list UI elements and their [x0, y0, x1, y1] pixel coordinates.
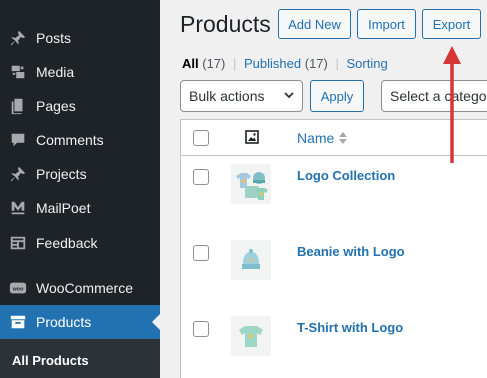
sidebar-item-media[interactable]: Media [0, 55, 160, 89]
sidebar-item-feedback[interactable]: Feedback [0, 226, 160, 260]
product-thumbnail[interactable] [231, 316, 271, 356]
category-select-value: Select a category [390, 88, 487, 104]
category-select[interactable]: Select a category [381, 80, 487, 112]
table-row: Beanie with Logo [181, 233, 487, 309]
chevron-down-icon [284, 92, 294, 99]
product-thumbnail[interactable] [231, 240, 271, 280]
product-name-link[interactable]: Beanie with Logo [297, 244, 405, 259]
woo-icon: woo [8, 278, 28, 298]
name-column-header[interactable]: Name [297, 130, 334, 146]
sidebar-item-label: Feedback [36, 235, 98, 251]
pin-icon [8, 164, 28, 184]
products-table: Name Logo Collection Beanie with Logo T-… [180, 119, 487, 378]
sidebar-item-posts[interactable]: Posts [0, 21, 160, 55]
pin-icon [8, 28, 28, 48]
sidebar-item-label: WooCommerce [36, 280, 133, 296]
sidebar-item-projects[interactable]: Projects [0, 157, 160, 191]
filter-published[interactable]: Published [244, 56, 301, 71]
product-name-link[interactable]: Logo Collection [297, 168, 395, 183]
add-new-button[interactable]: Add New [278, 9, 351, 39]
filter-sorting[interactable]: Sorting [347, 56, 388, 71]
sidebar-item-label: Comments [36, 132, 104, 148]
select-all-checkbox[interactable] [193, 130, 209, 146]
filter-published-count: (17) [304, 56, 328, 71]
bulk-actions-value: Bulk actions [189, 88, 265, 104]
sidebar-item-label: Posts [36, 30, 72, 46]
sidebar-item-label: Pages [36, 98, 76, 114]
admin-sidebar: Posts Media Pages Comments Projects Mail… [0, 0, 160, 378]
sidebar-item-pages[interactable]: Pages [0, 89, 160, 123]
sidebar-item-mailpoet[interactable]: MailPoet [0, 191, 160, 225]
main-content: Products Add New Import Export All (17) … [160, 0, 487, 378]
sidebar-item-label: Media [36, 64, 75, 80]
filter-separator: | [233, 56, 237, 71]
feedback-icon [8, 233, 28, 253]
page-title: Products [180, 11, 271, 37]
filter-all-count: (17) [202, 56, 226, 71]
media-icon [8, 62, 28, 82]
product-thumbnail[interactable] [231, 164, 271, 204]
svg-text:woo: woo [12, 286, 24, 292]
import-button[interactable]: Import [357, 9, 416, 39]
bulk-actions-select[interactable]: Bulk actions [180, 80, 303, 112]
sidebar-item-label: MailPoet [36, 200, 91, 216]
sidebar-item-woocommerce[interactable]: woo WooCommerce [0, 271, 160, 305]
export-button[interactable]: Export [422, 9, 481, 39]
product-name-link[interactable]: T-Shirt with Logo [297, 320, 403, 335]
sidebar-item-comments[interactable]: Comments [0, 123, 160, 157]
sort-icon[interactable] [338, 130, 348, 146]
mailpoet-icon [8, 198, 28, 218]
row-checkbox[interactable] [193, 321, 209, 337]
table-row: Logo Collection [181, 157, 487, 233]
table-row: T-Shirt with Logo [181, 309, 487, 378]
row-checkbox[interactable] [193, 169, 209, 185]
filter-all[interactable]: All [182, 56, 199, 71]
filter-separator: | [335, 56, 339, 71]
pages-icon [8, 96, 28, 116]
products-submenu: All Products [0, 339, 160, 378]
comment-icon [8, 130, 28, 150]
sidebar-item-label: Products [36, 314, 92, 330]
sidebar-item-products[interactable]: Products [0, 305, 160, 339]
status-filter-links: All (17) | Published (17) | Sorting [182, 56, 388, 71]
submenu-item-all-products[interactable]: All Products [12, 353, 89, 368]
sidebar-item-label: Projects [36, 166, 87, 182]
apply-button[interactable]: Apply [310, 80, 364, 112]
image-icon [245, 130, 259, 144]
table-header: Name [181, 120, 487, 156]
row-checkbox[interactable] [193, 245, 209, 261]
archive-icon [8, 312, 28, 332]
